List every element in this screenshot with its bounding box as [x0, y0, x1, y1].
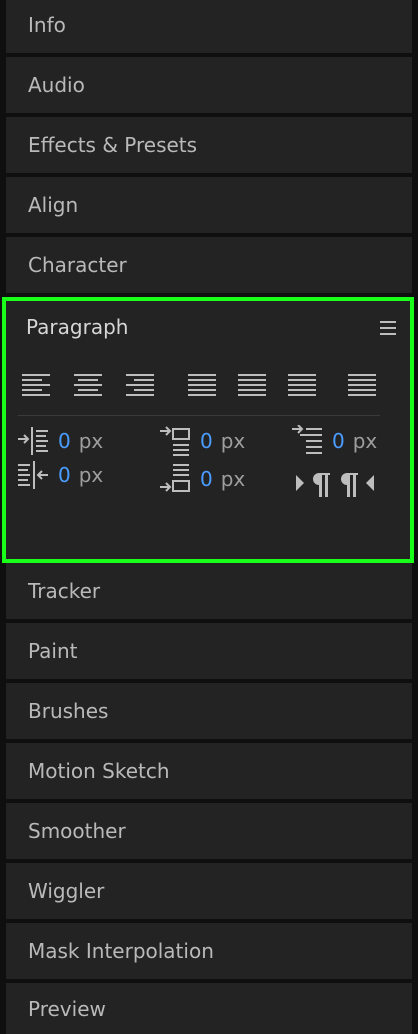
- justify-last-center-icon[interactable]: [236, 369, 268, 401]
- indent-right-icon: [18, 461, 48, 489]
- indent-left-field[interactable]: 0 px: [16, 427, 103, 455]
- tab-audio[interactable]: Audio: [6, 57, 412, 113]
- alignment-row: [20, 369, 400, 401]
- tab-preview[interactable]: Preview: [6, 983, 412, 1034]
- paragraph-panel: Paragraph 0 px 0 px 0 px 0 px 0 px: [2, 297, 414, 563]
- align-right-icon[interactable]: [124, 369, 156, 401]
- tab-info[interactable]: Info: [6, 0, 412, 53]
- space-before-unit: px: [220, 429, 246, 453]
- space-after-icon: [160, 464, 190, 492]
- space-after-field[interactable]: 0 px: [158, 464, 246, 493]
- indent-left-icon: [18, 427, 48, 455]
- align-center-icon[interactable]: [72, 369, 104, 401]
- first-line-indent-unit: px: [352, 429, 378, 453]
- space-before-value[interactable]: 0: [200, 429, 213, 453]
- tab-effects-presets[interactable]: Effects & Presets: [6, 117, 412, 173]
- right-to-left-icon[interactable]: [338, 469, 378, 501]
- space-after-value[interactable]: 0: [200, 467, 213, 491]
- justify-all-icon[interactable]: [346, 369, 378, 401]
- tab-wiggler[interactable]: Wiggler: [6, 863, 412, 919]
- tab-character[interactable]: Character: [6, 237, 412, 293]
- paragraph-title[interactable]: Paragraph: [26, 315, 128, 339]
- indent-left-value[interactable]: 0: [58, 429, 71, 453]
- indent-right-field[interactable]: 0 px: [16, 461, 103, 489]
- space-after-unit: px: [220, 467, 246, 491]
- first-line-indent-icon: [292, 425, 322, 454]
- justify-last-left-icon[interactable]: [186, 369, 218, 401]
- tab-tracker[interactable]: Tracker: [6, 563, 412, 619]
- space-before-icon: [160, 426, 190, 456]
- space-before-field[interactable]: 0 px: [158, 426, 246, 456]
- panel-stack: Info Audio Effects & Presets Align Chara…: [2, 0, 414, 1034]
- divider: [18, 415, 380, 416]
- left-to-right-icon[interactable]: [294, 469, 334, 501]
- tab-brushes[interactable]: Brushes: [6, 683, 412, 739]
- indent-left-unit: px: [78, 429, 104, 453]
- first-line-indent-value[interactable]: 0: [332, 429, 345, 453]
- indent-right-unit: px: [78, 463, 104, 487]
- tab-motion-sketch[interactable]: Motion Sketch: [6, 743, 412, 799]
- tab-mask-interpolation[interactable]: Mask Interpolation: [6, 923, 412, 979]
- justify-last-right-icon[interactable]: [286, 369, 318, 401]
- indent-right-value[interactable]: 0: [58, 463, 71, 487]
- hamburger-menu-icon[interactable]: [380, 321, 396, 335]
- tab-paint[interactable]: Paint: [6, 623, 412, 679]
- first-line-indent-field[interactable]: 0 px: [290, 425, 378, 455]
- align-left-icon[interactable]: [20, 369, 52, 401]
- tab-smoother[interactable]: Smoother: [6, 803, 412, 859]
- tab-align[interactable]: Align: [6, 177, 412, 233]
